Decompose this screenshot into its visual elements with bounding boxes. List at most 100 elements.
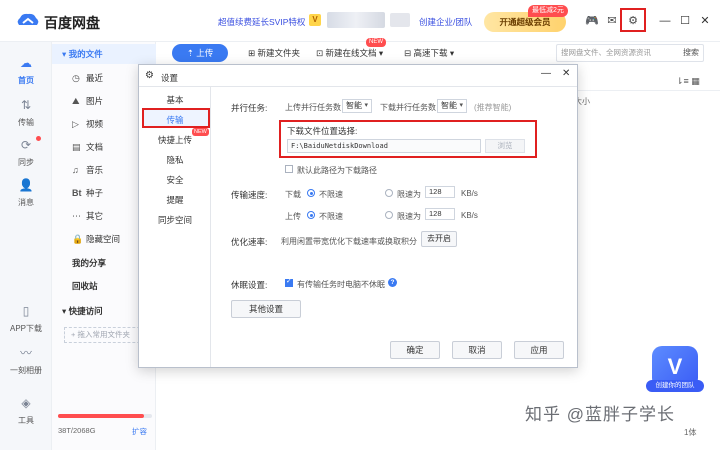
rail-item-label: 消息 (18, 198, 34, 207)
nav-item-basic[interactable]: 基本 (139, 94, 211, 106)
new-badge: NEW (192, 128, 209, 136)
browse-button[interactable]: 浏览 (485, 139, 525, 153)
ok-button[interactable]: 确定 (390, 341, 440, 359)
search-placeholder: 搜网盘文件、全网资源资讯 (561, 48, 651, 57)
select-value: 智能 (346, 101, 362, 110)
rail-item-label: 同步 (18, 158, 34, 167)
music-icon: ♫ (72, 165, 79, 175)
storage-bar (58, 414, 152, 418)
sidebar-item-my-share[interactable]: 我的分享 (72, 257, 106, 269)
rail-item-messages[interactable]: 👤 消息 (0, 176, 52, 208)
upload-button[interactable]: ⇡ 上传 (172, 44, 228, 62)
tools-icon: ◈ (21, 396, 31, 410)
watermark-num: 1体 (684, 428, 697, 437)
cancel-button[interactable]: 取消 (452, 341, 502, 359)
sidebar-item-music[interactable]: ♫ 音乐 (72, 164, 103, 176)
rail-item-home[interactable]: ☁ 首页 (0, 54, 52, 86)
expand-storage-link[interactable]: 扩容 (132, 426, 147, 437)
close-icon[interactable]: ✕ (698, 13, 712, 29)
sidebar-item-other[interactable]: ⋯ 其它 (72, 210, 103, 222)
download-unlimited-radio[interactable] (307, 189, 315, 197)
rail-item-label: 工具 (18, 416, 34, 425)
rail-item-tools[interactable]: ◈ 工具 (0, 394, 52, 426)
download-limit-radio[interactable] (385, 189, 393, 197)
advanced-download-button[interactable]: ⊟ 高速下载 ▾ (404, 47, 454, 59)
other-settings-button[interactable]: 其他设置 (231, 300, 301, 318)
download-unlimited-label: 不限速 (319, 190, 343, 199)
download-path-field[interactable]: F:\BaiduNetdiskDownload (287, 139, 481, 153)
rail-item-label: 传输 (18, 118, 34, 127)
user-icon: 👤 (18, 178, 34, 192)
nav-item-sync-space[interactable]: 同步空间 (139, 214, 211, 226)
parallel-label: 并行任务: (231, 103, 268, 113)
sidebar-item-images[interactable]: ⛰ 图片 (72, 95, 103, 107)
download-limit-input[interactable]: 128 (425, 186, 455, 198)
sidebar-item-label: 文档 (86, 142, 104, 152)
cloud-icon: ☁ (20, 56, 32, 70)
upload-speed-label: 上传 (285, 212, 301, 221)
avatar[interactable] (327, 12, 385, 28)
upload-parallel-select[interactable]: 智能 ▾ (342, 99, 372, 113)
left-rail: ☁ 首页 ⇅ 传输 ⟳ 同步 👤 消息 ▯ APP下载 〰 一刻相册 ◈ 工具 (0, 42, 52, 450)
new-online-doc-button[interactable]: ⊡ 新建在线文档 ▾ (316, 47, 383, 59)
view-toggle-icons[interactable]: ⇂≡ ▦ (676, 76, 700, 87)
assistant-label[interactable]: 创建你的团队 (646, 380, 704, 392)
nav-item-transfer[interactable]: 传输 (139, 114, 211, 126)
download-parallel-label: 下载并行任务数 (380, 103, 436, 112)
clock-icon: ◷ (72, 73, 80, 83)
apply-button[interactable]: 应用 (514, 341, 564, 359)
upload-unlimited-radio[interactable] (307, 211, 315, 219)
rail-item-app-download[interactable]: ▯ APP下载 (0, 302, 52, 334)
sidebar-item-label: 快捷访问 (68, 306, 103, 316)
no-sleep-checkbox[interactable] (285, 277, 293, 287)
rail-item-sync[interactable]: ⟳ 同步 (0, 136, 52, 168)
game-icon[interactable]: 🎮 (584, 13, 600, 29)
nav-item-security[interactable]: 安全 (139, 174, 211, 186)
upload-limit-radio[interactable] (385, 211, 393, 219)
search-input[interactable]: 搜网盘文件、全网资源资讯 搜索 (556, 44, 704, 62)
mail-icon[interactable]: ✉ (604, 13, 620, 29)
sidebar-item-torrent[interactable]: Bt 种子 (72, 187, 103, 199)
sidebar-item-recycle[interactable]: 回收站 (72, 280, 98, 292)
default-path-checkbox[interactable] (285, 165, 293, 173)
rail-item-transfer[interactable]: ⇅ 传输 (0, 96, 52, 128)
sidebar-item-videos[interactable]: ▷ 视频 (72, 118, 103, 130)
chevron-down-icon: ▾ (364, 102, 368, 109)
sidebar-item-hidden-space[interactable]: 🔒 隐藏空间 (72, 233, 120, 245)
upload-limit-input[interactable]: 128 (425, 208, 455, 220)
sidebar-item-my-files[interactable]: ▾ 我的文件 (52, 44, 156, 64)
sync-icon: ⟳ (20, 138, 32, 152)
nav-item-privacy[interactable]: 隐私 (139, 154, 211, 166)
nav-item-reminder[interactable]: 提醒 (139, 194, 211, 206)
upload-unit: KB/s (461, 211, 478, 220)
close-icon[interactable]: ✕ (562, 68, 570, 79)
settings-dialog: ⚙ 设置 — ✕ 基本 传输 快捷上传 NEW 隐私 安全 提醒 同步空间 并行… (138, 64, 578, 368)
sidebar-item-recent[interactable]: ◷ 最近 (72, 72, 103, 84)
maximize-icon[interactable]: ☐ (678, 13, 692, 29)
chevron-down-icon: ▾ (459, 102, 463, 109)
discount-badge: 最低减2元 (528, 5, 568, 17)
create-enterprise-link[interactable]: 创建企业/团队 (419, 16, 472, 28)
new-folder-button[interactable]: ⊞ 新建文件夹 (248, 47, 300, 59)
download-parallel-select[interactable]: 智能 ▾ (437, 99, 467, 113)
sidebar-item-label: 视频 (86, 119, 104, 129)
default-path-label: 默认此路径为下载路径 (297, 166, 377, 175)
rail-item-album[interactable]: 〰 一刻相册 (0, 344, 52, 376)
svip-promo-link[interactable]: 超值续费延长SVIP特权 (218, 16, 305, 28)
minimize-icon[interactable]: — (658, 13, 672, 29)
dialog-title: 设置 (161, 73, 179, 83)
sidebar-item-label: 图片 (86, 96, 104, 106)
sidebar-item-quick-access[interactable]: ▾ 快捷访问 (62, 305, 103, 317)
enable-optimize-button[interactable]: 去开启 (421, 231, 457, 247)
notification-dot (36, 136, 41, 141)
gear-highlight-box (620, 8, 646, 32)
image-icon: ⛰ (72, 96, 80, 106)
search-button[interactable]: 搜索 (683, 45, 699, 61)
minimize-icon[interactable]: — (541, 68, 551, 79)
sidebar-item-label: 隐藏空间 (86, 234, 121, 244)
gear-icon: ⚙ (145, 70, 154, 81)
info-icon[interactable]: ? (388, 278, 397, 287)
sidebar-item-label: 种子 (86, 188, 104, 198)
sidebar-item-docs[interactable]: ▤ 文档 (72, 141, 103, 153)
sidebar-item-label: 音乐 (86, 165, 104, 175)
